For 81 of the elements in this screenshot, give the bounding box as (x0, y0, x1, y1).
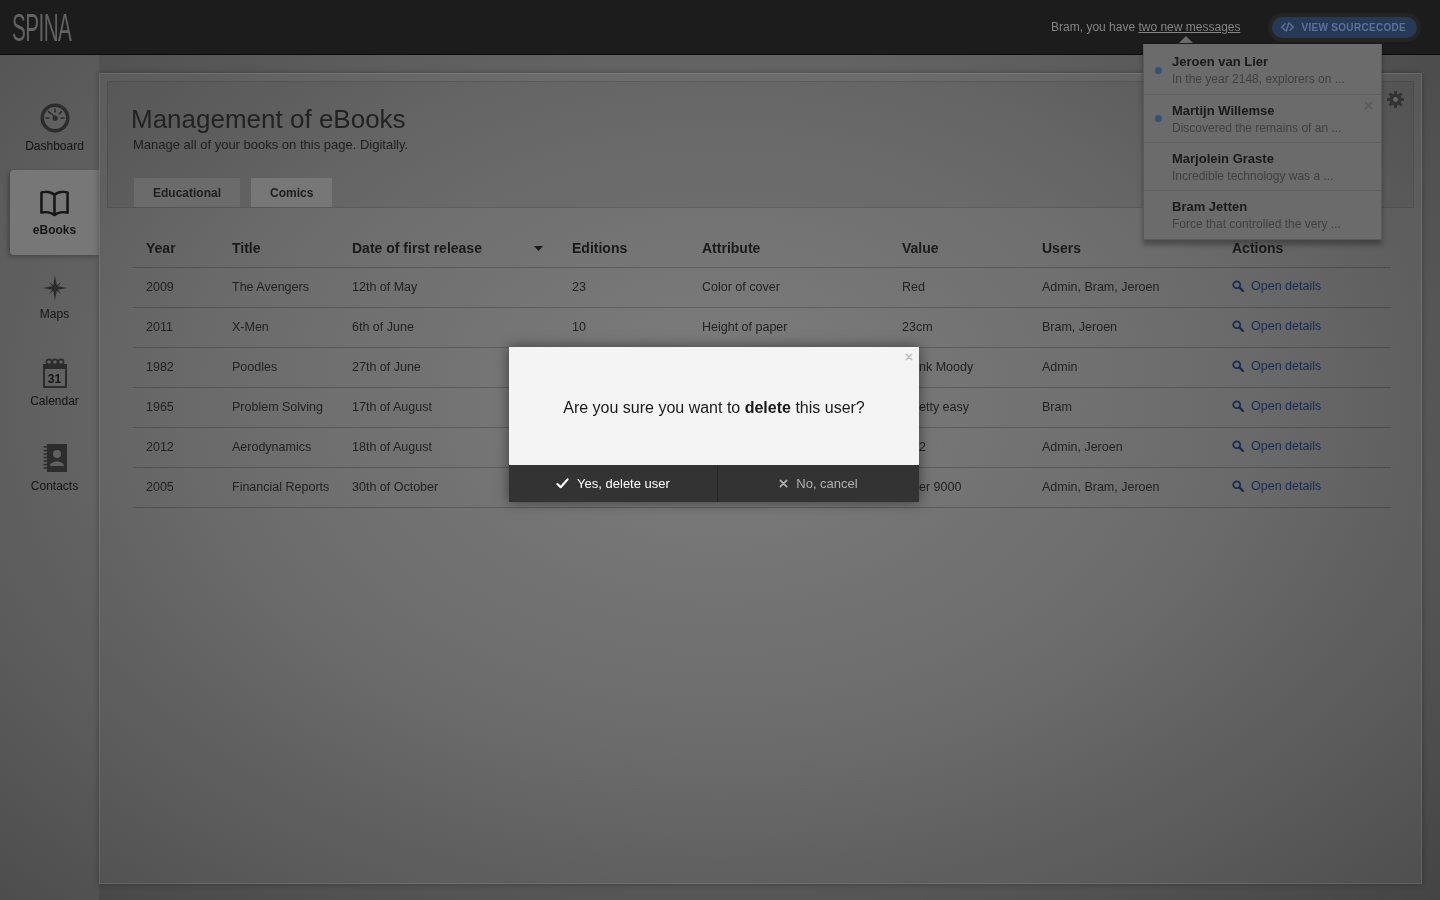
table-cell: Admin, Jeroen (1042, 440, 1123, 455)
table-cell: Height of paper (702, 320, 788, 335)
table-cell: Admin, Bram, Jeroen (1042, 280, 1160, 295)
table-cell: 2009 (146, 280, 174, 295)
table-cell: 18th of August (352, 440, 432, 455)
column-header[interactable]: Date of first release (352, 241, 543, 255)
sender-name: Marjolein Graste (1172, 149, 1275, 167)
table-cell: Color of cover (702, 280, 780, 295)
search-icon (1232, 400, 1244, 413)
code-icon (1281, 22, 1295, 32)
table-cell: Problem Solving (232, 400, 323, 415)
table-cell: The Avengers (232, 280, 309, 295)
table-cell: 1965 (146, 400, 174, 415)
page-subtitle: Manage all of your books on this page. Digitally. (133, 137, 409, 153)
column-header[interactable]: Year (146, 241, 176, 255)
table-cell: Red (902, 280, 925, 295)
close-icon (779, 479, 789, 488)
sender-name: Bram Jetten (1172, 197, 1249, 215)
table-cell: 27th of June (352, 360, 421, 375)
dialog-message: Are you sure you want to delete this user? (563, 398, 865, 418)
open-details-link[interactable]: Open details (1232, 396, 1322, 416)
search-icon (1232, 320, 1244, 333)
page-title: Management of eBooks (131, 104, 407, 134)
column-header[interactable]: Editions (572, 241, 628, 255)
table-cell: Poodles (232, 360, 278, 375)
table-cell: 2005 (146, 480, 174, 495)
open-details-link[interactable]: Open details (1232, 436, 1322, 456)
table-cell: 17th of August (352, 400, 432, 415)
table-cell: X-Men (232, 320, 269, 335)
table-cell: etty easy (919, 400, 970, 415)
table-cell: Admin (1042, 360, 1078, 375)
table-cell: 23cm (902, 320, 933, 335)
search-icon (1232, 480, 1244, 493)
open-details-link[interactable]: Open details (1232, 316, 1322, 336)
column-header[interactable]: Users (1042, 241, 1081, 255)
logo: SPINA (12, 7, 72, 47)
column-header[interactable]: Value (902, 241, 939, 255)
table-cell: er 9000 (919, 480, 962, 495)
check-icon (556, 478, 570, 489)
table-cell: 23 (572, 280, 586, 295)
table-cell: 2 (919, 440, 926, 455)
sidebar-item[interactable]: eBooks (10, 170, 99, 255)
cancel-button[interactable]: No, cancel (718, 465, 919, 502)
table-cell: 2012 (146, 440, 174, 455)
sidebar-item[interactable]: 31 Calendar (10, 340, 99, 425)
address-book-icon (41, 442, 68, 473)
table-cell: 12th of May (352, 280, 418, 295)
greeting-text: Bram, you have two new messages (1051, 20, 1241, 34)
table-cell: Financial Reports (232, 480, 330, 495)
close-icon[interactable] (905, 353, 913, 361)
confirm-button[interactable]: Yes, delete user (509, 465, 718, 502)
search-icon (1232, 360, 1244, 373)
table-cell: Bram (1042, 400, 1072, 415)
gauge-icon (39, 102, 70, 133)
column-header[interactable]: Actions (1232, 241, 1284, 255)
sidebar-item[interactable]: Maps (10, 255, 99, 340)
column-header[interactable]: Attribute (702, 241, 761, 255)
settings-icon[interactable] (1387, 91, 1404, 108)
sender-name: Martijn Willemse (1172, 101, 1276, 119)
column-header[interactable]: Title (232, 241, 261, 255)
tab[interactable]: Educational (134, 178, 240, 207)
open-details-link[interactable]: Open details (1232, 356, 1322, 376)
table-cell: 2011 (146, 320, 173, 335)
table-cell: 1982 (146, 360, 174, 375)
search-icon (1232, 280, 1244, 293)
open-book-icon (39, 188, 70, 217)
table-cell: Aerodynamics (232, 440, 312, 455)
table-cell: Admin, Bram, Jeroen (1042, 480, 1160, 495)
table-cell: nk Moody (919, 360, 974, 375)
sidebar-item[interactable]: Dashboard (10, 85, 99, 170)
sender-name: Jeroen van Lier (1172, 53, 1270, 70)
table-cell: Bram, Jeroen (1042, 320, 1118, 335)
tab[interactable]: Comics (251, 178, 333, 207)
sidebar-item[interactable]: Contacts (10, 425, 99, 510)
table-cell: 10 (572, 320, 586, 335)
open-details-link[interactable]: Open details (1232, 276, 1322, 296)
open-details-link[interactable]: Open details (1232, 476, 1322, 496)
table-cell: 30th of October (352, 480, 439, 495)
table-cell: 6th of June (352, 320, 414, 335)
search-icon (1232, 440, 1244, 453)
messages-link[interactable]: two new messages (1138, 20, 1241, 34)
